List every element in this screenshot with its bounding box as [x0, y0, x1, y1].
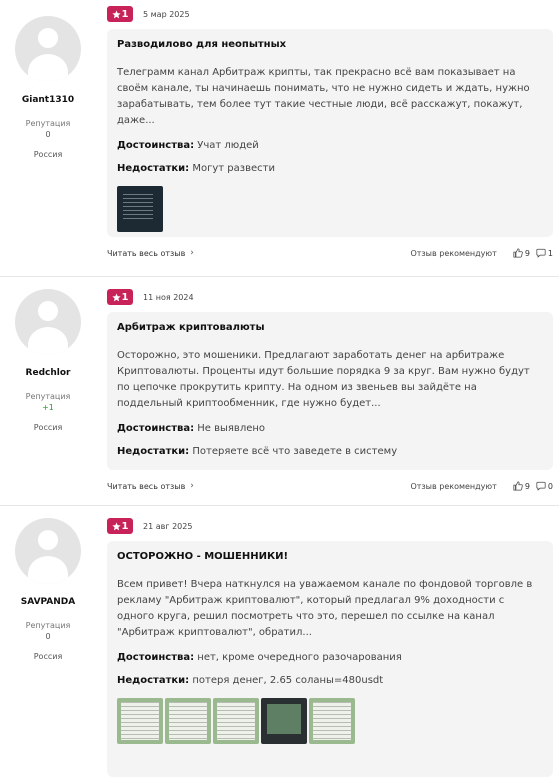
country: Россия: [33, 423, 63, 432]
review-pros: Достоинства: Учат людей: [117, 140, 543, 151]
cons-label: Недостатки:: [117, 163, 190, 174]
pros-label: Достоинства:: [117, 140, 195, 151]
review-image-thumbnail[interactable]: [117, 186, 163, 232]
cons-label: Недостатки:: [117, 446, 190, 457]
review-date: 5 мар 2025: [143, 9, 190, 19]
review-card: Redchlor Репутация +1 Россия 1 11 ноя 20…: [0, 277, 559, 506]
reviewer-info: SAVPANDA Репутация 0 Россия: [0, 518, 96, 661]
rating-value: 1: [121, 8, 129, 20]
review-image-thumbnail[interactable]: [117, 698, 163, 744]
username[interactable]: Redchlor: [0, 368, 96, 378]
reputation-value: +1: [42, 403, 54, 412]
recommend-label: Отзыв рекомендуют: [410, 481, 497, 491]
review-pros: Достоинства: Не выявлено: [117, 423, 543, 434]
reputation-label: Репутация: [25, 119, 71, 128]
like-button[interactable]: 9: [513, 481, 530, 491]
comment-icon: [536, 481, 546, 491]
reviewer-info: Giant1310 Репутация 0 Россия: [0, 16, 96, 159]
read-more-label: Читать весь отзыв: [107, 248, 186, 258]
review-footer: Читать весь отзыв › Отзыв рекомендуют 9 1: [107, 242, 553, 264]
review-image-thumbnail[interactable]: [309, 698, 355, 744]
thumbs-up-icon: [513, 248, 523, 258]
rating-badge: 1: [107, 518, 133, 534]
reviewer-info: Redchlor Репутация +1 Россия: [0, 289, 96, 432]
review-text: Осторожно, это мошеники. Предлагают зара…: [117, 350, 530, 409]
review-image-thumbnail[interactable]: [261, 698, 307, 744]
review-cons: Недостатки: Могут развести: [117, 163, 543, 174]
country: Россия: [33, 652, 63, 661]
like-button[interactable]: 9: [513, 248, 530, 258]
username[interactable]: Giant1310: [0, 95, 96, 105]
review-cons: Недостатки: потеря денег, 2.65 соланы=48…: [117, 675, 543, 686]
star-icon: [111, 9, 121, 19]
read-full-review-link[interactable]: Читать весь отзыв ›: [107, 248, 194, 258]
cons-text: Могут развести: [192, 163, 275, 174]
review-text: Всем привет! Вчера наткнулся на уважаемо…: [117, 579, 533, 638]
username[interactable]: SAVPANDA: [0, 597, 96, 607]
review-text: Телеграмм канал Арбитраж крипты, так пре…: [117, 67, 530, 126]
review-date: 11 ноя 2024: [143, 292, 194, 302]
review-images: [117, 698, 543, 744]
review-card: SAVPANDA Репутация 0 Россия 1 21 авг 202…: [0, 506, 559, 777]
thumbs-up-icon: [513, 481, 523, 491]
rating-badge: 1: [107, 6, 133, 22]
review-pros: Достоинства: нет, кроме очередного разоч…: [117, 652, 543, 663]
review-image-thumbnail[interactable]: [165, 698, 211, 744]
cons-text: Потеряете всё что заведете в систему: [192, 446, 398, 457]
star-icon: [111, 292, 121, 302]
like-count: 9: [524, 248, 530, 258]
review-footer: Читать весь отзыв › Отзыв рекомендуют 9 0: [107, 475, 553, 497]
review-cons: Недостатки: Потеряете всё что заведете в…: [117, 446, 543, 457]
comments-button[interactable]: 1: [536, 248, 553, 258]
review-body[interactable]: Арбитраж криптовалюты Осторожно, это мош…: [107, 312, 553, 470]
review-title[interactable]: Разводилово для неопытных: [117, 39, 543, 50]
reputation-value: 0: [45, 130, 51, 139]
review-title[interactable]: Арбитраж криптовалюты: [117, 322, 543, 333]
review-body[interactable]: Разводилово для неопытных Телеграмм кана…: [107, 29, 553, 237]
review-image-thumbnail[interactable]: [213, 698, 259, 744]
comments-button[interactable]: 0: [536, 481, 553, 491]
reputation-label: Репутация: [25, 621, 71, 630]
pros-text: Учат людей: [197, 140, 259, 151]
review-images: [117, 186, 543, 232]
country: Россия: [33, 150, 63, 159]
review-date: 21 авг 2025: [143, 521, 193, 531]
recommend-label: Отзыв рекомендуют: [410, 248, 497, 258]
comment-count: 0: [547, 481, 553, 491]
pros-label: Достоинства:: [117, 652, 195, 663]
cons-label: Недостатки:: [117, 675, 190, 686]
pros-label: Достоинства:: [117, 423, 195, 434]
like-count: 9: [524, 481, 530, 491]
review-card: Giant1310 Репутация 0 Россия 1 5 мар 202…: [0, 0, 559, 277]
chevron-right-icon: ›: [190, 481, 194, 491]
pros-text: Не выявлено: [197, 423, 266, 434]
rating-badge: 1: [107, 289, 133, 305]
avatar[interactable]: [15, 289, 81, 355]
read-full-review-link[interactable]: Читать весь отзыв ›: [107, 481, 194, 491]
reputation-value: 0: [45, 632, 51, 641]
avatar[interactable]: [15, 16, 81, 82]
star-icon: [111, 521, 121, 531]
chevron-right-icon: ›: [190, 248, 194, 258]
pros-text: нет, кроме очередного разочарования: [197, 652, 402, 663]
review-title[interactable]: ОСТОРОЖНО - МОШЕННИКИ!: [117, 551, 543, 562]
avatar[interactable]: [15, 518, 81, 584]
read-more-label: Читать весь отзыв: [107, 481, 186, 491]
cons-text: потеря денег, 2.65 соланы=480usdt: [192, 675, 384, 686]
rating-value: 1: [121, 291, 129, 303]
comment-icon: [536, 248, 546, 258]
comment-count: 1: [547, 248, 553, 258]
review-body[interactable]: ОСТОРОЖНО - МОШЕННИКИ! Всем привет! Вчер…: [107, 541, 553, 777]
reputation-label: Репутация: [25, 392, 71, 401]
rating-value: 1: [121, 520, 129, 532]
